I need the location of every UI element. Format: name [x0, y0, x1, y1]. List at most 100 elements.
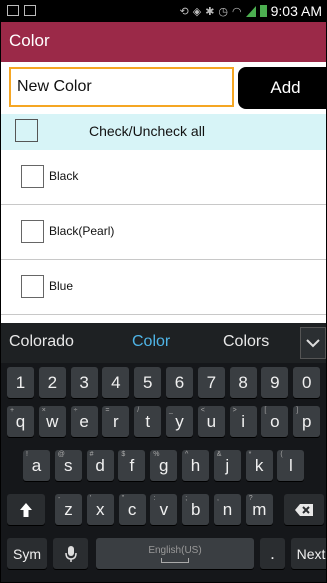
key-b[interactable]: ; b: [182, 494, 210, 525]
key-s[interactable]: @ s: [54, 450, 82, 481]
key-label: f: [129, 455, 135, 475]
suggestion-item[interactable]: Colors: [223, 333, 269, 351]
key-r[interactable]: = r: [102, 406, 130, 437]
key-label: q: [15, 411, 26, 431]
key-alt-char: %: [153, 451, 160, 458]
list-item[interactable]: Blue: [1, 260, 326, 315]
key-alt-char: ,: [217, 495, 219, 502]
add-button[interactable]: Add: [238, 67, 326, 109]
check-all-checkbox[interactable]: [15, 119, 38, 142]
image-icon: [24, 5, 36, 16]
key-l[interactable]: (l: [277, 450, 305, 481]
key-o[interactable]: [o: [261, 406, 289, 437]
key-label: English(US): [148, 544, 202, 556]
next-key[interactable]: Next: [291, 538, 326, 569]
key-z[interactable]: -z: [55, 494, 82, 525]
key-alt-char: /: [137, 407, 140, 414]
expand-suggestions-button[interactable]: [300, 327, 326, 359]
key-alt-char: [: [264, 407, 267, 414]
backspace-key[interactable]: [284, 494, 324, 525]
key-label: j: [225, 455, 230, 475]
soft-keyboard: Colorado Color Colors 1 2 3 4 5 6 7 8 9 0 + q × w ÷ e = r…: [1, 323, 326, 582]
key-4[interactable]: 4: [102, 367, 130, 398]
key-j[interactable]: & j: [213, 450, 241, 481]
key-label: d: [95, 455, 105, 475]
key-label: s: [64, 455, 73, 475]
key-7[interactable]: 7: [197, 367, 225, 398]
key-label: 4: [111, 372, 121, 392]
key-m[interactable]: ? m: [245, 494, 273, 525]
key-label: m: [252, 499, 267, 519]
key-1[interactable]: 1: [7, 367, 34, 398]
wifi-icon: ◠: [232, 5, 242, 18]
voice-input-key[interactable]: [53, 538, 88, 569]
key-2[interactable]: 2: [38, 367, 66, 398]
key-w[interactable]: × w: [38, 406, 66, 437]
key-label: z: [64, 499, 73, 519]
status-left: [7, 5, 36, 16]
key-g[interactable]: % g: [150, 450, 178, 481]
key-e[interactable]: ÷ e: [70, 406, 98, 437]
key-label: l: [289, 455, 293, 475]
period-key[interactable]: .: [260, 538, 285, 569]
key-c[interactable]: " c: [118, 494, 146, 525]
check-all-row[interactable]: Check/Uncheck all: [1, 114, 326, 150]
key-u[interactable]: < u: [197, 406, 225, 437]
action-bar: Color: [1, 22, 326, 62]
key-label: g: [158, 455, 169, 475]
item-checkbox[interactable]: [21, 220, 44, 243]
key-alt-char: @: [57, 451, 65, 458]
key-alt-char: &: [216, 451, 222, 458]
check-all-label: Check/Uncheck all: [89, 123, 205, 139]
key-a[interactable]: ! a: [23, 450, 50, 481]
key-k[interactable]: * k: [245, 450, 273, 481]
keyboard-icon: [7, 5, 19, 16]
key-8[interactable]: 8: [229, 367, 257, 398]
key-5[interactable]: 5: [134, 367, 162, 398]
key-i[interactable]: > i: [229, 406, 257, 437]
key-x[interactable]: ' x: [86, 494, 114, 525]
key-n[interactable]: ,n: [214, 494, 241, 525]
key-alt-char: *: [248, 451, 252, 458]
key-alt-char: =: [105, 407, 110, 414]
item-label: Black(Pearl): [49, 224, 115, 238]
key-f[interactable]: $ f: [118, 450, 146, 481]
suggestion-item-selected[interactable]: Color: [132, 333, 170, 351]
color-name-input[interactable]: [9, 67, 234, 107]
item-label: Black: [49, 169, 79, 183]
key-q[interactable]: + q: [7, 406, 34, 437]
key-h[interactable]: ^ h: [182, 450, 209, 481]
key-9[interactable]: 9: [261, 367, 289, 398]
key-t[interactable]: / t: [134, 406, 162, 437]
key-d[interactable]: # d: [86, 450, 114, 481]
key-label: p: [301, 411, 312, 431]
key-label: t: [145, 411, 151, 431]
space-key[interactable]: English(US): [96, 538, 254, 569]
key-label: n: [222, 499, 233, 519]
sym-key[interactable]: Sym: [7, 538, 47, 569]
key-label: a: [31, 455, 42, 475]
key-label: w: [46, 411, 59, 431]
suggestion-item[interactable]: Colorado: [9, 333, 74, 351]
key-v[interactable]: :v: [150, 494, 178, 525]
shift-arrow-icon: [20, 502, 32, 517]
key-alt-char: :: [153, 495, 156, 502]
item-checkbox[interactable]: [21, 275, 44, 298]
key-alt-char: +: [10, 407, 15, 414]
list-item[interactable]: Black: [1, 150, 326, 205]
chevron-down-icon: [306, 339, 320, 348]
key-y[interactable]: _ y: [166, 406, 193, 437]
key-p[interactable]: ] p: [293, 406, 321, 437]
key-label: k: [254, 455, 264, 475]
backspace-icon: [295, 503, 313, 516]
key-label: o: [270, 411, 280, 431]
item-checkbox[interactable]: [21, 165, 44, 188]
key-label: 9: [270, 372, 280, 392]
key-alt-char: !: [26, 451, 28, 458]
key-0[interactable]: 0: [293, 367, 321, 398]
key-label: 2: [47, 372, 58, 392]
list-item[interactable]: Black(Pearl): [1, 205, 326, 260]
key-6[interactable]: 6: [166, 367, 193, 398]
shift-key[interactable]: [7, 494, 45, 525]
key-3[interactable]: 3: [70, 367, 98, 398]
